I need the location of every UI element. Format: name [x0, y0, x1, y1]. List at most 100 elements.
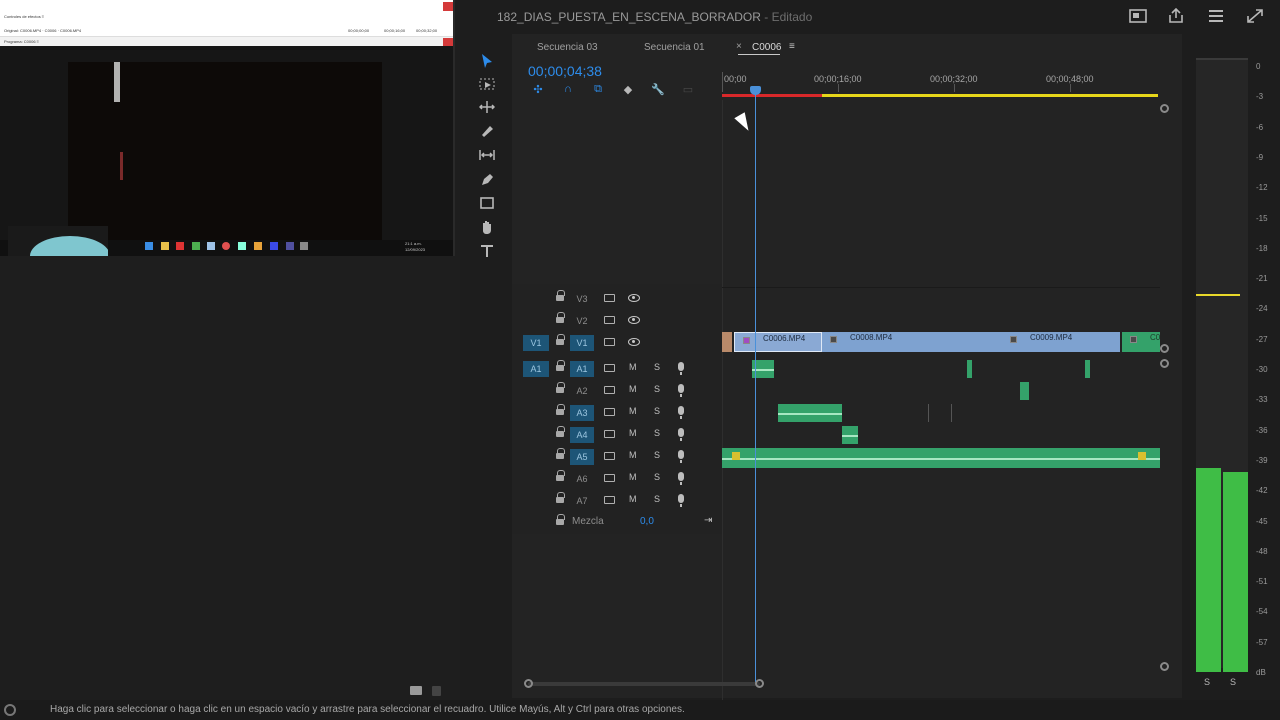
- video-clip[interactable]: C0008.MP4: [822, 332, 1002, 352]
- app-icon[interactable]: [254, 242, 262, 250]
- mute-button[interactable]: M: [629, 472, 637, 482]
- mic-icon[interactable]: [678, 494, 684, 507]
- clip-edge[interactable]: [722, 332, 732, 352]
- solo-button[interactable]: S: [654, 406, 660, 416]
- track-area[interactable]: C0006.MP4 C0008.MP4 C0009.MP4 C0: [722, 284, 1160, 534]
- video-clip[interactable]: C0006.MP4: [734, 332, 822, 352]
- audio-clip[interactable]: [722, 448, 1160, 468]
- sync-lock-icon[interactable]: [604, 386, 615, 394]
- menu-icon[interactable]: [1207, 8, 1225, 24]
- lock-icon[interactable]: [556, 404, 565, 416]
- lock-icon[interactable]: [556, 492, 565, 504]
- sync-lock-icon[interactable]: [604, 316, 615, 324]
- fullscreen-icon[interactable]: [1246, 8, 1264, 24]
- lock-icon[interactable]: [556, 360, 565, 372]
- audio-clip[interactable]: [842, 426, 858, 444]
- mute-button[interactable]: M: [629, 362, 637, 372]
- app-icon[interactable]: [300, 242, 308, 250]
- settings-icon[interactable]: [207, 242, 215, 250]
- track-name[interactable]: A3: [570, 405, 594, 421]
- lock-icon[interactable]: [556, 470, 565, 482]
- add-marker-icon[interactable]: ◆: [621, 83, 635, 96]
- sync-lock-icon[interactable]: [604, 496, 615, 504]
- app-icon[interactable]: [192, 242, 200, 250]
- sync-lock-icon[interactable]: [604, 408, 615, 416]
- audio-clip-ghost[interactable]: [928, 404, 952, 422]
- solo-button[interactable]: S: [654, 494, 660, 504]
- zoom-knob-left[interactable]: [524, 679, 533, 688]
- tab-secuencia-03[interactable]: Secuencia 03: [537, 42, 598, 53]
- sync-lock-icon[interactable]: [604, 452, 615, 460]
- share-icon[interactable]: [1167, 8, 1185, 24]
- sync-lock-icon[interactable]: [604, 474, 615, 482]
- trash-icon[interactable]: [432, 686, 441, 696]
- eye-icon[interactable]: [628, 316, 640, 324]
- track-name[interactable]: A7: [570, 493, 594, 509]
- eye-icon[interactable]: [628, 294, 640, 302]
- sync-lock-icon[interactable]: [604, 294, 615, 302]
- lock-icon[interactable]: [556, 448, 565, 460]
- track-name[interactable]: V1: [570, 335, 594, 351]
- tab-menu-icon[interactable]: ≡: [789, 41, 795, 52]
- scroll-thumb[interactable]: [528, 682, 760, 686]
- mix-value[interactable]: 0,0: [640, 516, 654, 527]
- audio-clip[interactable]: [1085, 360, 1090, 378]
- video-clip[interactable]: C0: [1122, 332, 1160, 352]
- mic-icon[interactable]: [678, 384, 684, 397]
- playhead-handle[interactable]: [750, 86, 761, 95]
- mic-icon[interactable]: [678, 428, 684, 441]
- close-icon[interactable]: [443, 2, 453, 11]
- tab-c0006[interactable]: C0006: [752, 42, 781, 53]
- tab-secuencia-01[interactable]: Secuencia 01: [644, 42, 705, 53]
- snap-icon[interactable]: ∩: [561, 83, 575, 95]
- browser-icon[interactable]: [176, 242, 184, 250]
- sync-lock-icon[interactable]: [604, 430, 615, 438]
- wrench-icon[interactable]: 🔧: [651, 83, 665, 96]
- pen-icon[interactable]: [478, 170, 496, 188]
- source-patch-a1[interactable]: A1: [523, 361, 549, 377]
- rectangle-icon[interactable]: [478, 194, 496, 212]
- source-patch-v1[interactable]: V1: [523, 335, 549, 351]
- scroll-knob[interactable]: [1160, 662, 1169, 671]
- horizontal-scrollbar[interactable]: [524, 678, 1164, 690]
- solo-button[interactable]: S: [654, 362, 660, 372]
- folder-icon[interactable]: [161, 242, 169, 250]
- type-icon[interactable]: [478, 242, 496, 260]
- app-icon[interactable]: [238, 242, 246, 250]
- lock-icon[interactable]: [556, 312, 565, 324]
- mic-icon[interactable]: [678, 362, 684, 375]
- solo-button[interactable]: S: [654, 450, 660, 460]
- mic-icon[interactable]: [678, 472, 684, 485]
- sync-lock-icon[interactable]: [604, 364, 615, 372]
- chrome-icon[interactable]: [222, 242, 230, 250]
- track-name[interactable]: A6: [570, 471, 594, 487]
- lock-icon[interactable]: [556, 426, 565, 438]
- lock-icon[interactable]: [556, 290, 565, 302]
- ripple-edit-icon[interactable]: [478, 98, 496, 116]
- premiere-icon[interactable]: [270, 242, 278, 250]
- playhead-line[interactable]: [755, 86, 756, 684]
- slip-icon[interactable]: [478, 146, 496, 164]
- audio-clip[interactable]: [778, 404, 842, 422]
- track-name[interactable]: V2: [570, 313, 594, 329]
- mute-button[interactable]: M: [629, 494, 637, 504]
- video-clip[interactable]: C0009.MP4: [1002, 332, 1120, 352]
- mute-button[interactable]: M: [629, 384, 637, 394]
- track-select-icon[interactable]: [478, 75, 496, 93]
- selection-tool-icon[interactable]: [478, 52, 496, 70]
- lock-icon[interactable]: [556, 334, 565, 346]
- scroll-knob[interactable]: [1160, 359, 1169, 368]
- close-icon[interactable]: [443, 38, 453, 46]
- audio-clip[interactable]: [967, 360, 972, 378]
- mute-button[interactable]: M: [629, 406, 637, 416]
- mic-icon[interactable]: [678, 406, 684, 419]
- new-bin-icon[interactable]: [410, 686, 422, 695]
- track-name[interactable]: A5: [570, 449, 594, 465]
- go-to-end-icon[interactable]: ⇥: [704, 515, 712, 526]
- sync-lock-icon[interactable]: [604, 338, 615, 346]
- solo-button[interactable]: S: [654, 428, 660, 438]
- zoom-knob-right[interactable]: [755, 679, 764, 688]
- close-tab-icon[interactable]: ×: [736, 41, 742, 52]
- scroll-knob[interactable]: [1160, 344, 1169, 353]
- mic-icon[interactable]: [678, 450, 684, 463]
